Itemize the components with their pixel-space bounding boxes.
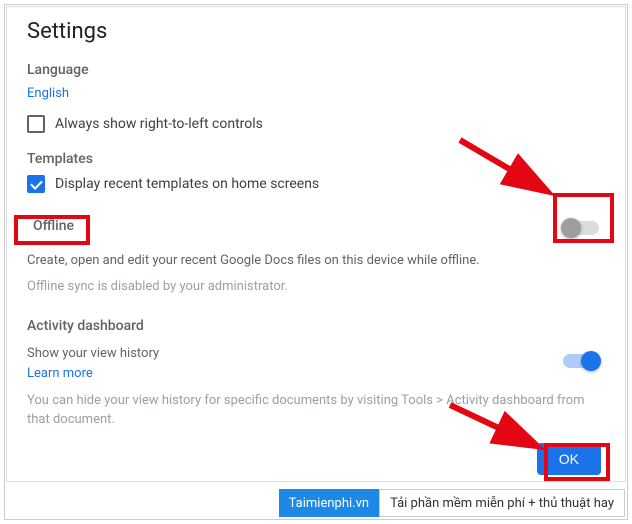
templates-header: Templates [27, 151, 605, 167]
highlight-ok-button [544, 443, 610, 481]
page-title: Settings [27, 19, 605, 44]
offline-desc: Create, open and edit your recent Google… [27, 251, 605, 271]
highlight-offline-toggle [553, 193, 614, 243]
templates-checkbox[interactable] [27, 175, 45, 193]
rtl-checkbox-row[interactable]: Always show right-to-left controls [27, 115, 605, 133]
rtl-checkbox[interactable] [27, 115, 45, 133]
rtl-checkbox-label: Always show right-to-left controls [55, 116, 263, 132]
activity-header: Activity dashboard [27, 318, 605, 334]
offline-disabled-note: Offline sync is disabled by your adminis… [27, 277, 605, 297]
activity-show-history: Show your view history [27, 344, 159, 364]
footer-brand[interactable]: Taimienphi.vn [279, 489, 379, 517]
templates-checkbox-label: Display recent templates on home screens [55, 176, 319, 192]
activity-note: You can hide your view history for speci… [27, 391, 587, 430]
toggle-knob-icon [581, 351, 601, 371]
highlight-offline-label [14, 215, 90, 245]
language-value[interactable]: English [27, 86, 605, 101]
settings-dialog: Settings Language English Always show ri… [6, 6, 626, 482]
footer-tagline: Tải phần mềm miễn phí + thủ thuật hay [379, 489, 625, 517]
activity-toggle[interactable] [563, 354, 599, 368]
language-header: Language [27, 62, 605, 78]
footer-bar: Taimienphi.vn Tải phần mềm miễn phí + th… [279, 489, 625, 517]
templates-checkbox-row[interactable]: Display recent templates on home screens [27, 175, 605, 193]
learn-more-link[interactable]: Learn more [27, 366, 159, 381]
